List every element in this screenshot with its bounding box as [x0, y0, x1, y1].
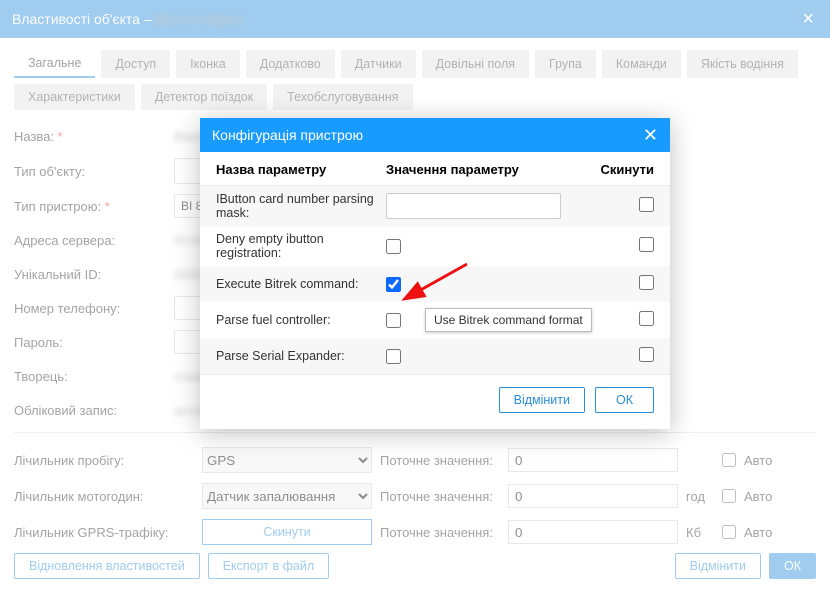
col-param-name: Назва параметру [216, 162, 386, 177]
param-label: Parse fuel controller: [216, 313, 386, 327]
param-label: IButton card number parsing mask: [216, 192, 386, 220]
param-value-check[interactable] [386, 239, 401, 254]
param-reset-check[interactable] [639, 275, 654, 290]
modal-cancel-button[interactable]: Відмінити [499, 387, 585, 413]
param-reset-check[interactable] [639, 237, 654, 252]
config-row: Parse Serial Expander: [200, 338, 670, 374]
modal-close-icon[interactable]: ✕ [643, 125, 658, 146]
param-reset-check[interactable] [639, 347, 654, 362]
param-reset-check[interactable] [639, 197, 654, 212]
device-config-modal: Конфігурація пристрою ✕ Назва параметру … [200, 118, 670, 429]
config-row: Deny empty ibutton registration: [200, 226, 670, 266]
param-value-check[interactable] [386, 313, 401, 328]
param-label: Execute Bitrek command: [216, 277, 386, 291]
param-label: Parse Serial Expander: [216, 349, 386, 363]
param-text-input[interactable] [386, 193, 561, 219]
modal-title: Конфігурація пристрою [212, 127, 363, 143]
highlight-arrow [412, 264, 472, 304]
param-value-check[interactable] [386, 277, 401, 292]
modal-ok-button[interactable]: ОК [595, 387, 654, 413]
param-reset-check[interactable] [639, 311, 654, 326]
col-reset: Скинути [576, 162, 654, 177]
param-label: Deny empty ibutton registration: [216, 232, 386, 260]
param-value-check[interactable] [386, 349, 401, 364]
col-param-value: Значення параметру [386, 162, 576, 177]
config-row: IButton card number parsing mask: [200, 186, 670, 226]
tooltip: Use Bitrek command format [425, 308, 592, 332]
